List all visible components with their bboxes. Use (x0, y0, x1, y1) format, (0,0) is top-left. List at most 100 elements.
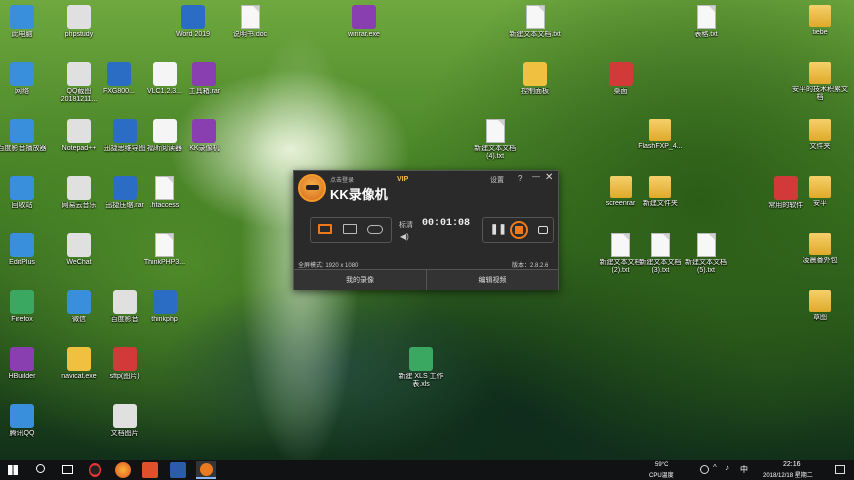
firefox-taskbar-icon[interactable] (115, 462, 131, 478)
desktop-icon-image (10, 347, 34, 371)
desktop-icon-label: 文档图片 (110, 430, 139, 437)
desktop-icon-image (611, 233, 630, 257)
desktop-icon-image (809, 5, 831, 27)
desktop-icon[interactable]: tiebe (791, 5, 849, 37)
desktop-icon[interactable]: 桌面 (592, 62, 650, 96)
desktop-icon[interactable]: winrar.exe (335, 5, 393, 39)
hbuilder-taskbar-icon[interactable] (142, 462, 158, 478)
task-view-icon[interactable] (62, 465, 73, 474)
notification-icon[interactable] (835, 465, 845, 474)
desktop-icon[interactable]: FlashFXP_4... (631, 119, 689, 151)
desktop-icon-label: winrar.exe (348, 31, 380, 38)
window-record-icon[interactable] (343, 224, 357, 234)
desktop-icon[interactable]: 回收站 (0, 176, 51, 210)
desktop-icon-label: 百度影音播放器 (0, 145, 47, 152)
ime-indicator[interactable]: 中 (740, 464, 748, 475)
click-login-link[interactable]: 点击登录 (330, 175, 354, 184)
network-icon[interactable] (700, 465, 709, 474)
desktop-icon[interactable]: Word 2019 (164, 5, 222, 39)
desktop-icon[interactable]: 网络 (0, 62, 51, 96)
desktop-icon[interactable]: KK录像机 (175, 119, 233, 153)
desktop-icon-label: 安平的技术积累文档 (792, 86, 848, 101)
search-icon[interactable] (36, 464, 45, 473)
desktop-icon[interactable]: EditPlus (0, 233, 51, 267)
volume-tray-icon[interactable]: ♪ (725, 463, 729, 472)
kk-recorder-taskbar-icon[interactable] (196, 461, 216, 479)
desktop-icon[interactable]: phpstudy (50, 5, 108, 39)
desktop-icon[interactable]: 说明书.doc (221, 5, 279, 39)
desktop-icon-image (10, 176, 34, 200)
desktop-icon[interactable]: sftp(图片) (96, 347, 154, 381)
desktop-icon-image (67, 62, 91, 86)
word-taskbar-icon[interactable] (170, 462, 186, 478)
desktop-icon-image (112, 119, 137, 143)
desktop-icon-image (649, 176, 672, 198)
desktop-icon[interactable]: 安平的技术积累文档 (791, 62, 849, 102)
desktop-icon[interactable]: 文档图片 (96, 404, 154, 438)
my-recordings-label: 我的录像 (346, 277, 374, 284)
desktop-icon-label: WeChat (66, 259, 92, 266)
screen-record-icon[interactable] (318, 224, 332, 234)
my-recordings-button[interactable]: 我的录像 (294, 269, 427, 290)
desktop-icon-label: FlashFXP_4... (638, 143, 683, 150)
desktop-icon-label: 桌面 (613, 88, 628, 95)
settings-button[interactable]: 设置 (490, 175, 504, 185)
desktop-icon-image (10, 233, 34, 257)
game-record-icon[interactable] (367, 225, 383, 234)
desktop-icon[interactable]: 表格.txt (677, 5, 735, 39)
help-button[interactable]: ? (518, 174, 522, 183)
desktop-icon-label: 新建文本文档(5).txt (685, 259, 727, 274)
kk-recorder-window[interactable]: 点击登录 KK录像机 VIP 设置 ? — ✕ 标清 ◀) 00:01:08 ❚… (293, 170, 559, 290)
desktop-icon[interactable]: thinkphp (136, 290, 194, 324)
stop-record-button[interactable] (510, 221, 528, 239)
desktop-icon-image (525, 5, 545, 29)
clock-time[interactable]: 22:16 (783, 461, 801, 468)
close-button[interactable]: ✕ (545, 172, 553, 183)
recorder-logo (298, 174, 326, 202)
minimize-button[interactable]: — (532, 172, 540, 181)
desktop-icon[interactable]: Firefox (0, 290, 51, 324)
desktop-icon[interactable]: 安平 (791, 176, 849, 208)
desktop-icon-label: ThinkPHP3... (143, 259, 186, 266)
qq-taskbar-icon[interactable] (89, 463, 101, 477)
windows-start-icon[interactable] (8, 465, 18, 475)
desktop-icon-image (192, 62, 217, 86)
desktop-icon[interactable]: .htaccess (136, 176, 194, 210)
desktop-icon-image (485, 119, 505, 143)
desktop-icon[interactable]: 新建文本文档.txt (506, 5, 564, 39)
desktop-icon[interactable]: 文件夹 (791, 119, 849, 151)
desktop-icon[interactable]: HBuilder (0, 347, 51, 381)
vip-badge[interactable]: VIP (397, 176, 408, 183)
desktop-icon[interactable]: 腾讯QQ (0, 404, 51, 438)
desktop-icon-label: 网络 (15, 88, 29, 95)
desktop-icon[interactable]: ThinkPHP3... (136, 233, 194, 267)
desktop-icon-label: 回收站 (11, 202, 33, 209)
desktop-icon[interactable]: 工具箱.rar (175, 62, 233, 96)
desktop-icon[interactable]: 新建文件夹 (631, 176, 689, 208)
record-timer: 00:01:08 (422, 218, 471, 229)
quality-select[interactable]: 标清 (399, 220, 413, 230)
desktop: 此电脑 phpstudy Word 2019 说明书.doc winrar.exe 新建文… (0, 0, 854, 460)
desktop-icon-image (152, 290, 177, 314)
desktop-icon-image (152, 119, 177, 143)
clock-date[interactable]: 2018/12/18 星期二 (763, 470, 813, 479)
desktop-icon[interactable]: WeChat (50, 233, 108, 267)
desktop-icon[interactable]: 此电脑 (0, 5, 51, 39)
desktop-icon-label: tiebe (812, 29, 828, 36)
tray-chevron-icon[interactable]: ^ (713, 463, 717, 472)
desktop-icon[interactable]: 百度影音播放器 (0, 119, 51, 153)
screenshot-camera-icon[interactable] (538, 226, 548, 234)
desktop-icon[interactable]: 新建 XLS 工作表.xls (392, 347, 450, 389)
desktop-icon[interactable]: 章图 (791, 290, 849, 322)
pause-icon[interactable]: ❚❚ (490, 224, 507, 235)
desktop-icon[interactable]: 新建文本文档(4).txt (466, 119, 524, 161)
volume-icon[interactable]: ◀) (400, 232, 409, 241)
desktop-icon-label: sftp(图片) (109, 373, 140, 380)
edit-video-button[interactable]: 编辑视频 (427, 269, 558, 290)
desktop-icon[interactable]: 新建文本文档(5).txt (677, 233, 735, 275)
desktop-icon[interactable]: 凌晨番外包 (791, 233, 849, 265)
desktop-icon[interactable]: 控制面板 (506, 62, 564, 96)
desktop-icon-label: HBuilder (8, 373, 36, 380)
desktop-icon-image (650, 233, 670, 257)
desktop-icon-image (696, 233, 716, 257)
